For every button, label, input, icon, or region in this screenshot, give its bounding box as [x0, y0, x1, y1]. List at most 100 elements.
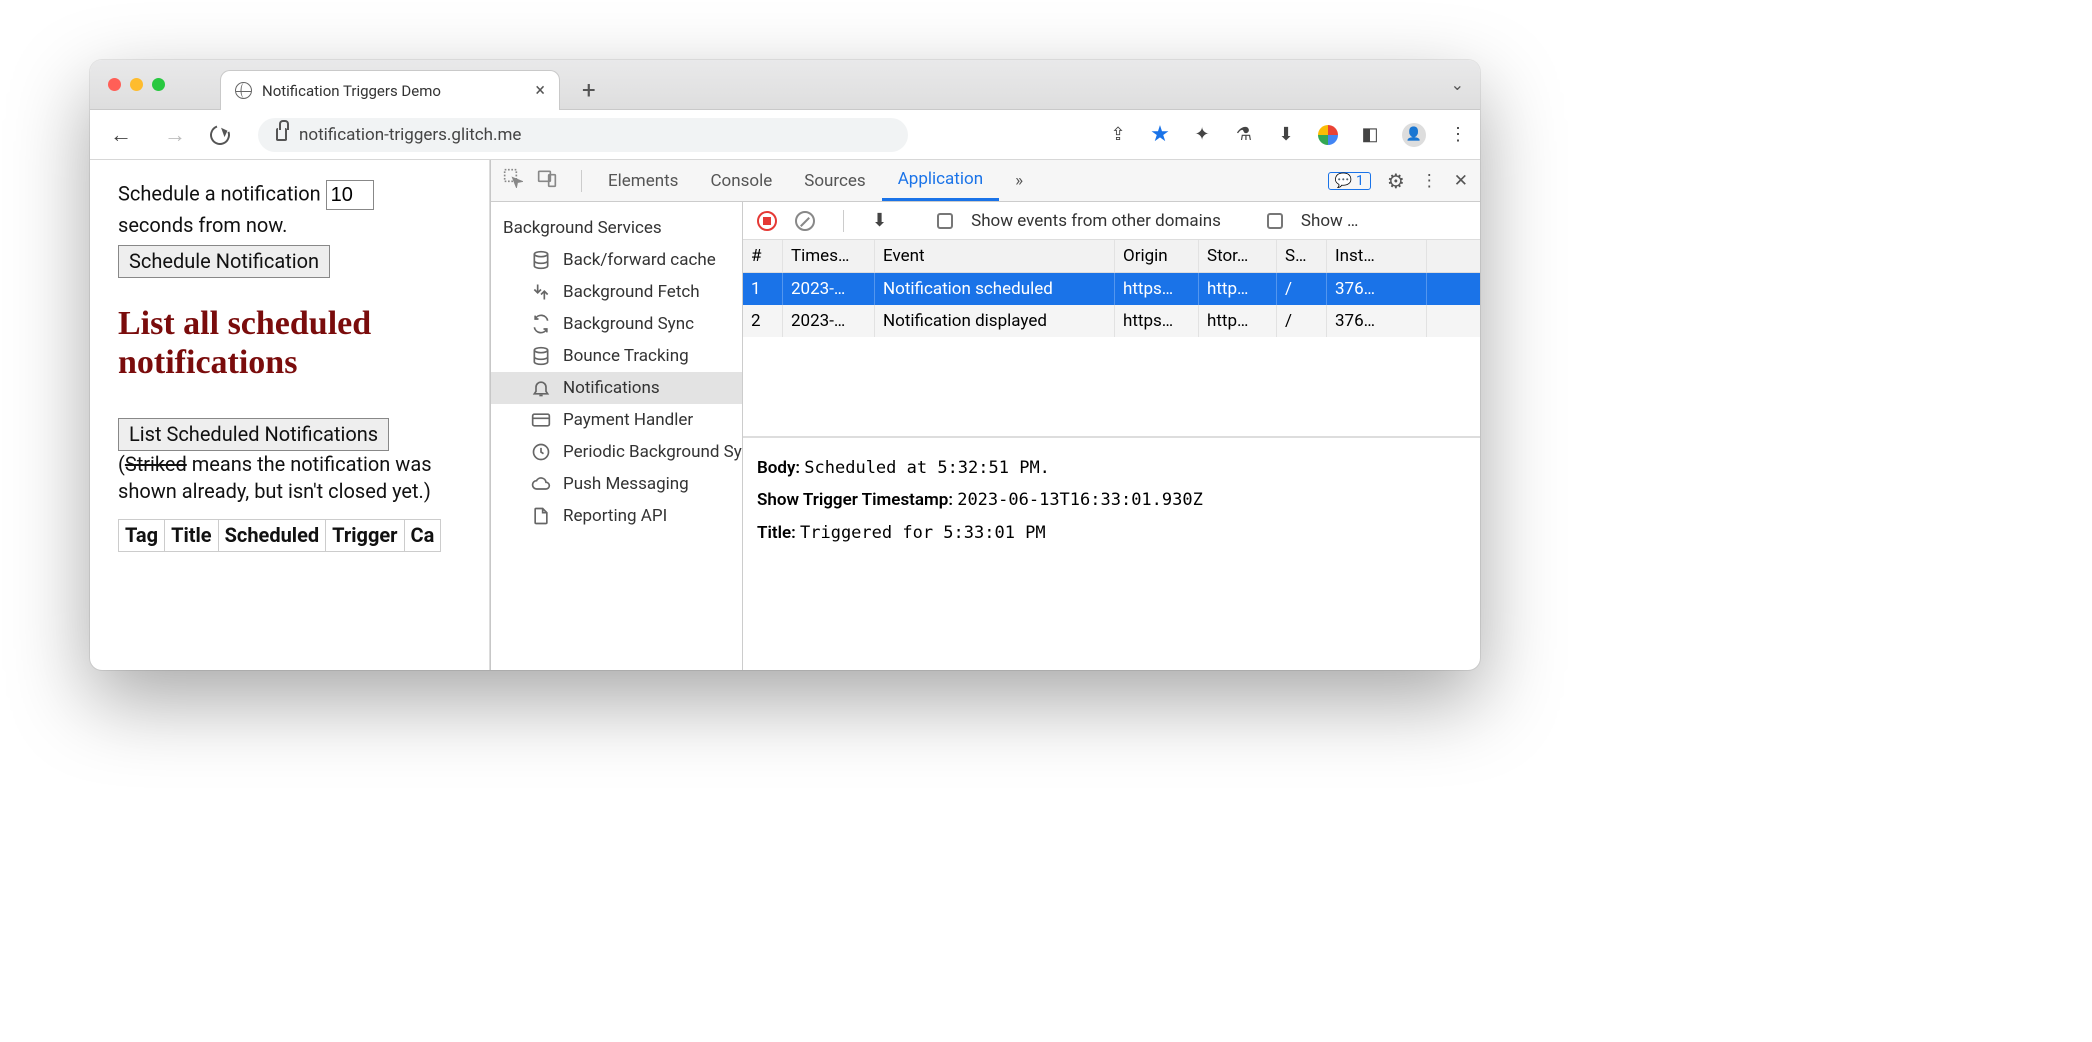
google-icon[interactable]: [1318, 125, 1338, 145]
settings-gear-icon[interactable]: ⚙: [1387, 169, 1405, 193]
profile-avatar[interactable]: 👤: [1402, 123, 1426, 147]
close-tab-icon[interactable]: ×: [535, 80, 545, 101]
cell: 1: [743, 273, 783, 305]
issues-count: 1: [1356, 173, 1364, 189]
sidebar-item-notifications[interactable]: Notifications: [491, 372, 742, 404]
window-controls: [108, 78, 165, 91]
kebab-menu-icon[interactable]: ⋮: [1448, 125, 1468, 145]
address-bar[interactable]: notification-triggers.glitch.me: [258, 118, 908, 152]
col-storage[interactable]: Stor…: [1199, 240, 1277, 272]
clock-icon: [531, 442, 551, 462]
list-button[interactable]: List Scheduled Notifications: [118, 418, 389, 451]
col-timestamp[interactable]: Times…: [783, 240, 875, 272]
col-s[interactable]: S…: [1277, 240, 1327, 272]
globe-icon: [235, 82, 252, 99]
cell: 2023-…: [783, 273, 875, 305]
devtools-body: Background Services Back/forward cache B…: [491, 202, 1480, 670]
cell: /: [1277, 305, 1327, 337]
extensions-icon[interactable]: ✦: [1192, 125, 1212, 145]
tab-elements[interactable]: Elements: [592, 160, 694, 201]
reload-button[interactable]: [207, 121, 234, 148]
inspect-element-icon[interactable]: [503, 168, 523, 193]
schedule-label-prefix: Schedule a notification: [118, 182, 326, 206]
cloud-icon: [531, 474, 551, 494]
cell: 376…: [1327, 305, 1427, 337]
browser-window: Notification Triggers Demo × + ⌄ ← → not…: [90, 60, 1480, 670]
sidebar-item-periodic[interactable]: Periodic Background Sync: [491, 436, 742, 468]
sidebar-label: Background Sync: [563, 314, 694, 334]
sidebar-item-push[interactable]: Push Messaging: [491, 468, 742, 500]
lock-icon: [276, 128, 287, 141]
side-panel-icon[interactable]: ◧: [1360, 125, 1380, 145]
event-details: Body: Scheduled at 5:32:51 PM. Show Trig…: [743, 438, 1480, 563]
seconds-input[interactable]: [326, 180, 374, 210]
tabs-overflow[interactable]: »: [999, 160, 1039, 201]
checkbox-label-2: Show …: [1301, 211, 1359, 231]
sidebar-item-reporting[interactable]: Reporting API: [491, 500, 742, 532]
tab-console[interactable]: Console: [694, 160, 788, 201]
col-ca: Ca: [404, 520, 441, 552]
sidebar-item-payment[interactable]: Payment Handler: [491, 404, 742, 436]
downloads-icon[interactable]: ⬇: [1276, 125, 1296, 145]
bell-icon: [531, 378, 551, 398]
sidebar-item-bounce[interactable]: Bounce Tracking: [491, 340, 742, 372]
cell: 2: [743, 305, 783, 337]
col-instance[interactable]: Inst…: [1327, 240, 1427, 272]
minimize-window-button[interactable]: [130, 78, 143, 91]
issues-badge[interactable]: 💬 1: [1328, 172, 1371, 190]
browser-tab[interactable]: Notification Triggers Demo ×: [220, 70, 560, 110]
sidebar-label: Reporting API: [563, 506, 667, 526]
col-scheduled: Scheduled: [218, 520, 326, 552]
close-window-button[interactable]: [108, 78, 121, 91]
table-empty-space: [743, 337, 1480, 437]
devtools-kebab-icon[interactable]: ⋮: [1421, 171, 1438, 191]
cell: Notification displayed: [875, 305, 1115, 337]
tab-sources[interactable]: Sources: [788, 160, 881, 201]
back-button[interactable]: ←: [102, 122, 140, 148]
share-icon[interactable]: ⇪: [1108, 125, 1128, 145]
sync-icon: [531, 314, 551, 334]
cell: http…: [1199, 273, 1277, 305]
schedule-label-suffix: seconds from now.: [118, 213, 287, 237]
labs-icon[interactable]: ⚗: [1234, 125, 1254, 145]
table-row[interactable]: 1 2023-… Notification scheduled https… h…: [743, 273, 1480, 305]
device-toolbar-icon[interactable]: [537, 168, 557, 193]
tab-application[interactable]: Application: [882, 160, 999, 201]
sidebar-label: Background Fetch: [563, 282, 700, 302]
table-row[interactable]: 2 2023-… Notification displayed https… h…: [743, 305, 1480, 337]
schedule-button[interactable]: Schedule Notification: [118, 245, 330, 278]
sidebar-label: Back/forward cache: [563, 250, 716, 270]
schedule-table: Tag Title Scheduled Trigger Ca: [118, 519, 441, 552]
events-toolbar: ⬇ Show events from other domains Show …: [743, 202, 1480, 240]
checkbox-other-domains[interactable]: [937, 213, 953, 229]
cell: http…: [1199, 305, 1277, 337]
clear-button[interactable]: [795, 211, 815, 231]
col-tag: Tag: [119, 520, 165, 552]
database-icon: [531, 250, 551, 270]
checkbox-show[interactable]: [1267, 213, 1283, 229]
card-icon: [531, 410, 551, 430]
bookmark-star-icon[interactable]: ★: [1150, 125, 1170, 145]
detail-body-val: Scheduled at 5:32:51 PM.: [804, 458, 1050, 478]
events-table: # Times… Event Origin Stor… S… Inst… 1 2…: [743, 240, 1480, 438]
forward-button[interactable]: →: [156, 122, 194, 148]
maximize-window-button[interactable]: [152, 78, 165, 91]
download-icon[interactable]: ⬇: [872, 210, 887, 231]
toolbar-actions: ⇪ ★ ✦ ⚗ ⬇ ◧ 👤 ⋮: [1108, 123, 1468, 147]
new-tab-button[interactable]: +: [582, 76, 596, 104]
col-num[interactable]: #: [743, 240, 783, 272]
col-origin[interactable]: Origin: [1115, 240, 1199, 272]
note-striked: Striked: [125, 452, 187, 476]
content-area: Schedule a notification seconds from now…: [90, 160, 1480, 670]
checkbox-label-1: Show events from other domains: [971, 211, 1221, 231]
col-event[interactable]: Event: [875, 240, 1115, 272]
sidebar-item-bgsync[interactable]: Background Sync: [491, 308, 742, 340]
url-text: notification-triggers.glitch.me: [299, 125, 521, 145]
tabs-dropdown-icon[interactable]: ⌄: [1451, 75, 1464, 94]
cell: 2023-…: [783, 305, 875, 337]
record-button[interactable]: [757, 211, 777, 231]
file-icon: [531, 506, 551, 526]
sidebar-item-bfcache[interactable]: Back/forward cache: [491, 244, 742, 276]
sidebar-item-bgfetch[interactable]: Background Fetch: [491, 276, 742, 308]
devtools-close-icon[interactable]: ✕: [1454, 171, 1468, 191]
